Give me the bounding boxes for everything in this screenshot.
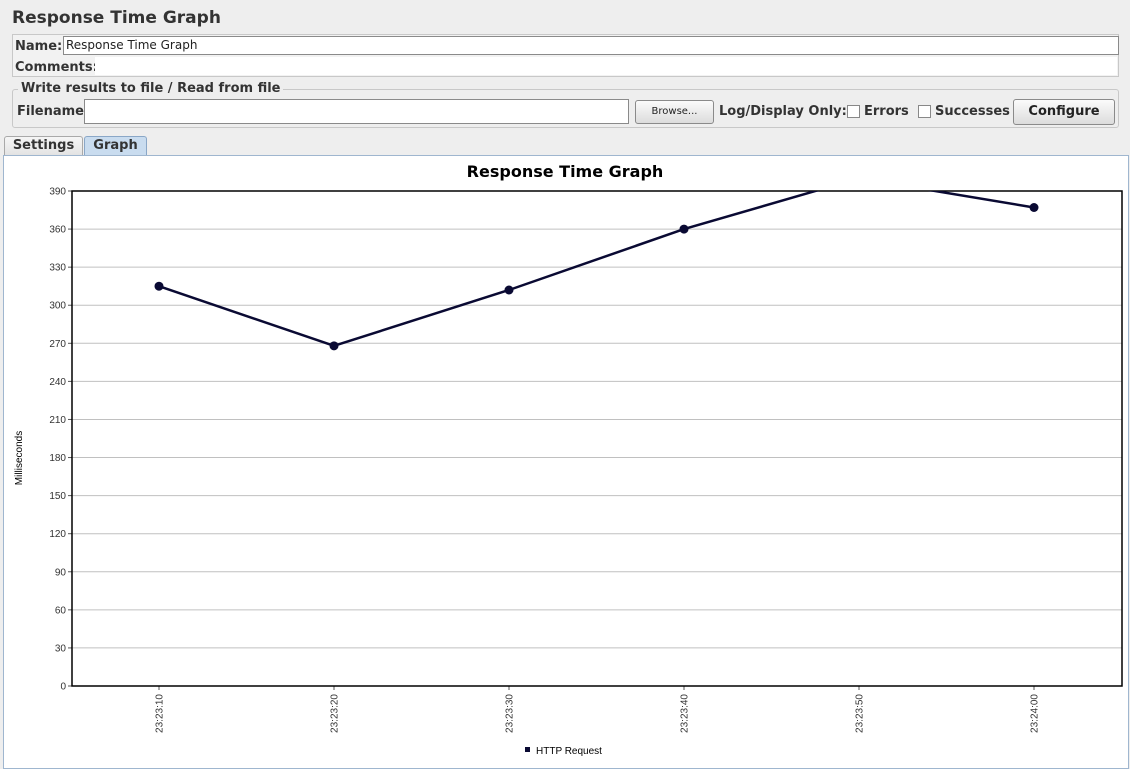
file-section-legend: Write results to file / Read from file bbox=[18, 81, 284, 96]
legend-swatch-http-request bbox=[525, 747, 530, 752]
x-tick-label: 23:23:20 bbox=[330, 694, 341, 733]
data-point bbox=[1029, 203, 1039, 212]
y-tick-label: 300 bbox=[49, 301, 66, 312]
data-point bbox=[504, 285, 514, 295]
y-tick-label: 180 bbox=[49, 453, 66, 464]
x-tick-label: 23:24:00 bbox=[1030, 694, 1041, 733]
y-tick-label: 150 bbox=[49, 491, 66, 502]
data-point bbox=[679, 224, 689, 234]
comments-label: Comments: bbox=[15, 60, 98, 75]
data-point bbox=[329, 341, 339, 351]
chart-title: Response Time Graph bbox=[467, 162, 664, 181]
name-label: Name: bbox=[15, 39, 63, 54]
errors-checkbox[interactable] bbox=[847, 105, 860, 118]
y-tick-label: 390 bbox=[49, 187, 66, 198]
y-tick-label: 270 bbox=[49, 339, 66, 350]
data-point bbox=[154, 281, 164, 291]
errors-label: Errors bbox=[864, 104, 909, 119]
response-time-chart: Response Time Graph Milliseconds 0 30 60 90… bbox=[14, 162, 1123, 757]
y-axis-label: Milliseconds bbox=[14, 431, 25, 485]
y-tick-label: 0 bbox=[60, 682, 66, 693]
tab-graph[interactable]: Graph bbox=[84, 136, 147, 155]
legend-label-http-request: HTTP Request bbox=[536, 746, 602, 757]
legend: HTTP Request bbox=[525, 746, 602, 757]
x-tick-label: 23:23:50 bbox=[855, 694, 866, 733]
y-tick-label: 120 bbox=[49, 529, 66, 540]
y-tick-label: 30 bbox=[55, 643, 67, 654]
y-tick-label: 330 bbox=[49, 263, 66, 274]
y-tick-label: 90 bbox=[55, 567, 67, 578]
filename-label: Filename bbox=[17, 104, 84, 119]
configure-button[interactable]: Configure bbox=[1013, 99, 1115, 125]
page-title: Response Time Graph bbox=[12, 8, 221, 28]
x-tick-label: 23:23:40 bbox=[680, 694, 691, 733]
y-tick-label: 60 bbox=[55, 605, 67, 616]
browse-button[interactable]: Browse... bbox=[635, 100, 714, 124]
log-display-only-label: Log/Display Only: bbox=[719, 104, 847, 119]
name-input[interactable]: Response Time Graph bbox=[63, 36, 1119, 55]
successes-label: Successes bbox=[935, 104, 1010, 119]
x-tick-label: 23:23:30 bbox=[505, 694, 516, 733]
name-comments-box: Name: Response Time Graph Comments: bbox=[12, 34, 1119, 77]
x-tick-label: 23:23:10 bbox=[155, 694, 166, 733]
data-point bbox=[855, 174, 864, 183]
y-tick-label: 240 bbox=[49, 377, 66, 388]
comments-input[interactable] bbox=[95, 57, 1117, 75]
filename-input[interactable] bbox=[84, 99, 629, 124]
successes-checkbox[interactable] bbox=[918, 105, 931, 118]
plot-area bbox=[72, 191, 1122, 686]
y-tick-label: 210 bbox=[49, 415, 66, 426]
tab-settings[interactable]: Settings bbox=[4, 136, 83, 155]
y-tick-label: 360 bbox=[49, 225, 66, 236]
